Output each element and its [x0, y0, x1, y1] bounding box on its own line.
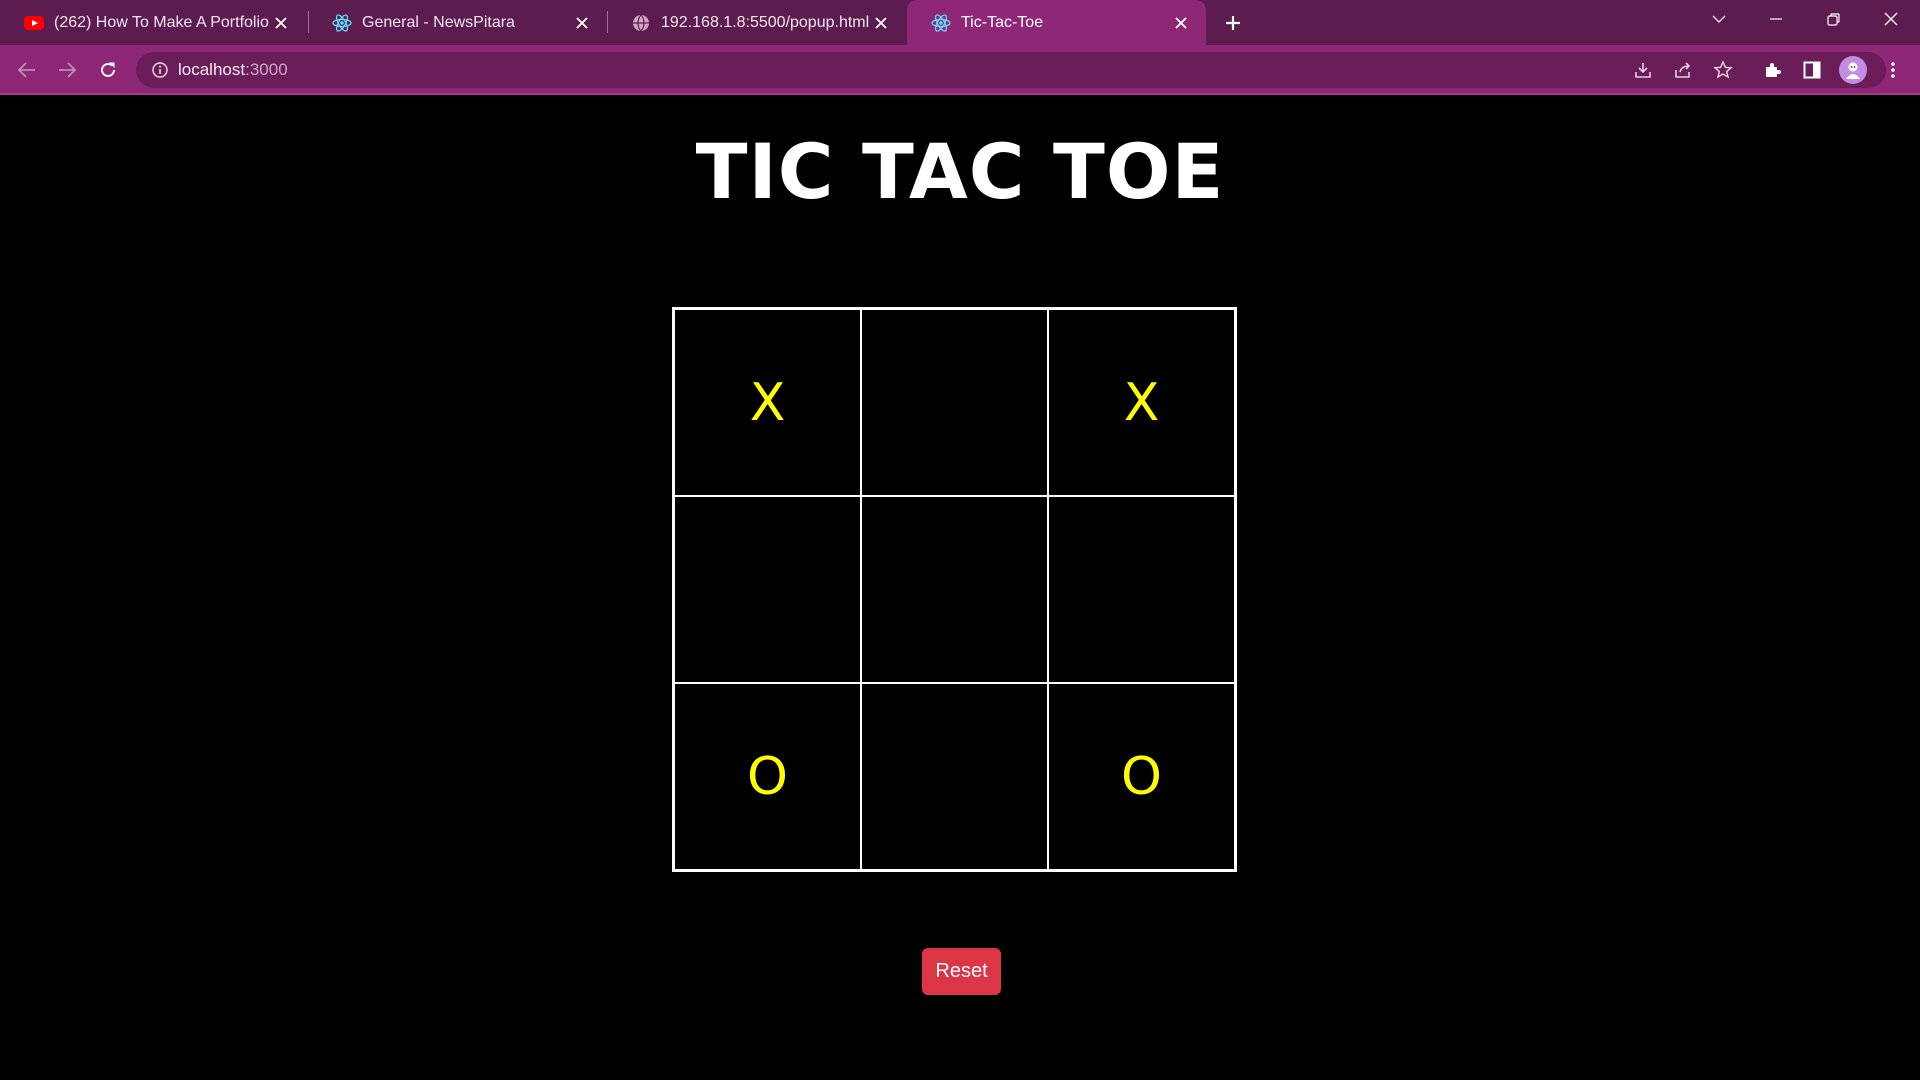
address-bar[interactable]: localhost:3000	[136, 52, 1886, 88]
tab-newspitara[interactable]: General - NewsPitara	[308, 0, 607, 45]
side-panel-icon[interactable]	[1797, 55, 1827, 85]
minimize-icon[interactable]	[1753, 0, 1799, 38]
page-title: TIC TAC TOE	[695, 127, 1225, 216]
react-icon	[931, 13, 951, 33]
url-host: localhost	[178, 60, 246, 79]
url-text: localhost:3000	[178, 60, 288, 80]
page-content: TIC TAC TOE X X O O Reset	[0, 95, 1920, 1080]
tab-search-chevron-icon[interactable]	[1696, 0, 1742, 38]
board-cell-8[interactable]	[861, 683, 1048, 870]
forward-arrow-icon[interactable]	[52, 55, 82, 85]
board-cell-2[interactable]	[861, 309, 1048, 496]
close-tab-icon[interactable]	[270, 12, 292, 34]
board-cell-7[interactable]: O	[674, 683, 861, 870]
board-cell-3[interactable]: X	[1048, 309, 1235, 496]
new-tab-button[interactable]	[1218, 8, 1248, 38]
close-tab-icon[interactable]	[870, 12, 892, 34]
youtube-icon	[24, 13, 44, 33]
back-arrow-icon[interactable]	[12, 55, 42, 85]
install-app-icon[interactable]	[1628, 55, 1658, 85]
browser-toolbar: localhost:3000	[0, 45, 1920, 95]
profile-avatar[interactable]	[1839, 56, 1867, 84]
tab-title: General - NewsPitara	[362, 13, 515, 31]
game-board: X X O O	[672, 307, 1237, 872]
tab-strip: (262) How To Make A Portfolio W General …	[0, 0, 1920, 45]
tab-popup[interactable]: 192.168.1.8:5500/popup.html	[607, 0, 906, 45]
close-tab-icon[interactable]	[571, 12, 593, 34]
board-cell-1[interactable]: X	[674, 309, 861, 496]
reset-button[interactable]: Reset	[922, 948, 1001, 995]
tab-title: 192.168.1.8:5500/popup.html	[661, 13, 870, 31]
tab-title: Tic-Tac-Toe	[961, 13, 1044, 31]
globe-icon	[631, 13, 651, 33]
board-cell-4[interactable]	[674, 496, 861, 683]
close-tab-icon[interactable]	[1170, 12, 1192, 34]
url-port: :3000	[245, 60, 288, 79]
tab-title: (262) How To Make A Portfolio W	[54, 13, 270, 31]
bookmark-star-icon[interactable]	[1708, 55, 1738, 85]
restore-icon[interactable]	[1810, 0, 1856, 38]
react-icon	[332, 13, 352, 33]
info-icon[interactable]	[150, 60, 170, 80]
board-cell-6[interactable]	[1048, 496, 1235, 683]
share-icon[interactable]	[1668, 55, 1698, 85]
extensions-puzzle-icon[interactable]	[1757, 55, 1787, 85]
board-cell-9[interactable]: O	[1048, 683, 1235, 870]
tab-youtube[interactable]: (262) How To Make A Portfolio W	[0, 0, 306, 45]
board-cell-5[interactable]	[861, 496, 1048, 683]
close-window-icon[interactable]	[1868, 0, 1914, 38]
reload-icon[interactable]	[93, 55, 123, 85]
tab-tic-tac-toe[interactable]: Tic-Tac-Toe	[907, 0, 1206, 45]
menu-kebab-icon[interactable]	[1878, 55, 1908, 85]
